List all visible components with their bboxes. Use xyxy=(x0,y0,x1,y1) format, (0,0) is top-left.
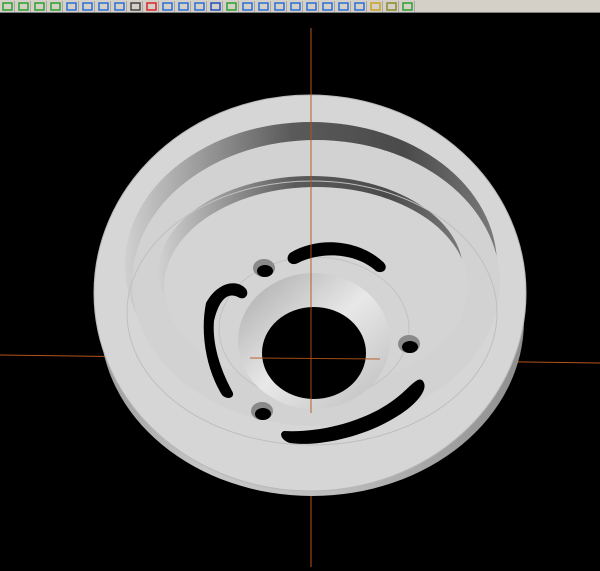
view-cube-icon xyxy=(81,1,93,11)
toolbar-button[interactable] xyxy=(176,0,191,12)
arrow-down-icon xyxy=(193,1,205,11)
toolbar-button[interactable] xyxy=(288,0,303,12)
curve-icon xyxy=(305,1,317,11)
line-icon xyxy=(273,1,285,11)
toolbar-button[interactable] xyxy=(80,0,95,12)
close-icon xyxy=(401,1,413,11)
toolbar-button[interactable] xyxy=(16,0,31,12)
center-bore xyxy=(262,307,366,399)
stack-icon xyxy=(385,1,397,11)
model-canvas[interactable] xyxy=(0,13,600,567)
toolbar-button[interactable] xyxy=(384,0,399,12)
sigma-icon xyxy=(241,1,253,11)
toolbar-button[interactable] xyxy=(400,0,415,12)
plane-icon xyxy=(353,1,365,11)
layers-icon xyxy=(225,1,237,11)
circle-icon xyxy=(289,1,301,11)
toolbar-button[interactable] xyxy=(32,0,47,12)
no-entry-icon xyxy=(145,1,157,11)
toolbar-button[interactable] xyxy=(272,0,287,12)
axis-arrows-icon xyxy=(177,1,189,11)
plus-icon xyxy=(337,1,349,11)
toolbar-button[interactable] xyxy=(352,0,367,12)
toolbar-button[interactable] xyxy=(144,0,159,12)
bolt-hole xyxy=(402,341,418,353)
view-cube-icon xyxy=(1,1,13,11)
toolbar-button[interactable] xyxy=(240,0,255,12)
view-cube-icon xyxy=(97,1,109,11)
toolbar-button[interactable] xyxy=(368,0,383,12)
toolbar-button[interactable] xyxy=(256,0,271,12)
toolbar-button[interactable] xyxy=(192,0,207,12)
view-cube-icon xyxy=(17,1,29,11)
3d-viewport[interactable] xyxy=(0,13,600,567)
toolbar-button[interactable] xyxy=(48,0,63,12)
toolbar-button[interactable] xyxy=(320,0,335,12)
pencil-icon xyxy=(129,1,141,11)
sphere-icon xyxy=(209,1,221,11)
toolbar-button[interactable] xyxy=(96,0,111,12)
toolbar-button[interactable] xyxy=(128,0,143,12)
view-cube-icon xyxy=(113,1,125,11)
axis-triad-icon xyxy=(161,1,173,11)
bolt-hole xyxy=(257,265,273,277)
toolbar-button[interactable] xyxy=(112,0,127,12)
toolbar-button[interactable] xyxy=(208,0,223,12)
bolt-hole xyxy=(255,408,271,420)
toolbar-button[interactable] xyxy=(336,0,351,12)
toolbar-button[interactable] xyxy=(64,0,79,12)
toolbar-button[interactable] xyxy=(160,0,175,12)
view-cube-icon xyxy=(49,1,61,11)
toolbar-button[interactable] xyxy=(224,0,239,12)
view-cube-icon xyxy=(33,1,45,11)
toolbar-button[interactable] xyxy=(0,0,15,12)
line-icon xyxy=(257,1,269,11)
rectangle-icon xyxy=(321,1,333,11)
box-icon xyxy=(369,1,381,11)
cad-application xyxy=(0,0,600,567)
toolbar-button[interactable] xyxy=(304,0,319,12)
pulley-part[interactable] xyxy=(93,94,527,496)
main-toolbar xyxy=(0,0,600,13)
view-cube-icon xyxy=(65,1,77,11)
